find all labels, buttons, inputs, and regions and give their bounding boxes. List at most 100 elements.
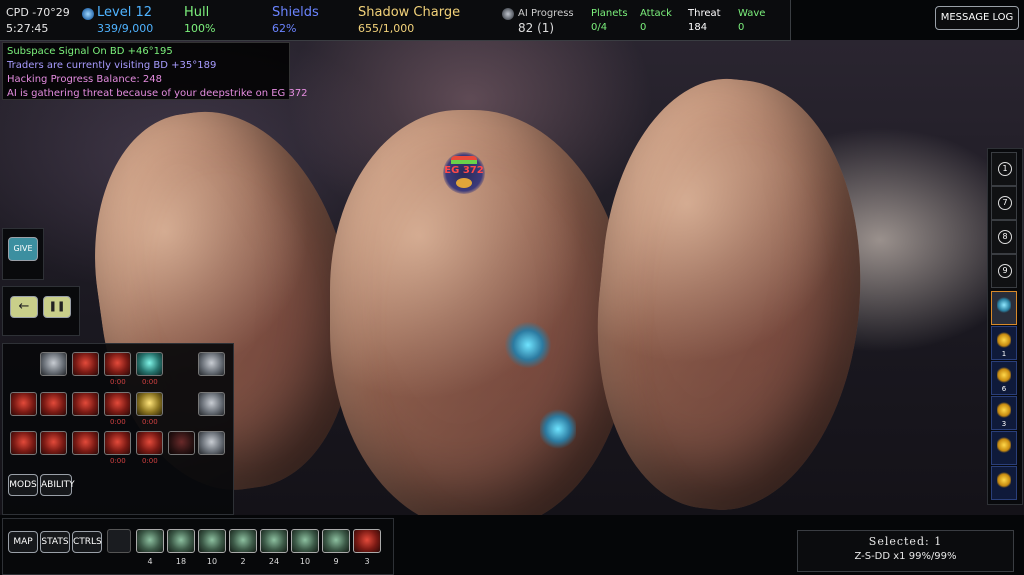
fleet-ship-button[interactable] — [322, 529, 350, 553]
selection-info-panel: Selected: 1 Z-S-DD x1 99%/99% — [797, 530, 1014, 572]
control-group-button[interactable]: 8 — [991, 220, 1017, 254]
build-timer: 0:00 — [110, 418, 126, 426]
build-tile[interactable] — [10, 431, 37, 455]
build-tile[interactable] — [72, 352, 99, 376]
ship-count: 1 — [1001, 350, 1007, 358]
fleet-ship-count: 2 — [240, 557, 246, 566]
build-tile[interactable] — [168, 431, 195, 455]
ship-type-button[interactable] — [991, 291, 1017, 325]
fleet-ship-count: 10 — [206, 557, 218, 566]
fleet-ship-count: 9 — [333, 557, 339, 566]
arrow-left-icon: ← — [18, 299, 30, 314]
ship-count: 6 — [1001, 385, 1007, 393]
fleet-ship-count: 10 — [299, 557, 311, 566]
fleet-ship-button[interactable] — [198, 529, 226, 553]
build-tile[interactable] — [40, 431, 67, 455]
hull-value: 100% — [184, 22, 216, 35]
ship-category-icon — [107, 529, 131, 553]
ship-icon — [997, 402, 1011, 418]
fleet-ship-count: 18 — [175, 557, 187, 566]
fleet-ship-button[interactable] — [291, 529, 319, 553]
control-group-button[interactable]: 1 — [991, 152, 1017, 186]
fleet-ship-count: 4 — [147, 557, 153, 566]
event-message: Hacking Progress Balance: 248 — [7, 74, 162, 85]
event-message: Subspace Signal On BD +46°195 — [7, 46, 173, 57]
build-tile[interactable] — [104, 431, 131, 455]
map-button[interactable]: MAP — [8, 531, 38, 553]
fleet-ship-button[interactable] — [353, 529, 381, 553]
build-tile[interactable] — [198, 392, 225, 416]
ship-type-button[interactable] — [991, 431, 1017, 465]
pause-icon: ❚❚ — [48, 301, 66, 312]
mods-button[interactable]: MODS — [8, 474, 38, 496]
message-log-button[interactable]: MESSAGE LOG — [935, 6, 1019, 30]
control-group-number: 9 — [998, 264, 1012, 278]
selected-count: Selected: 1 — [868, 535, 943, 548]
build-tile[interactable] — [136, 431, 163, 455]
event-notifications: Subspace Signal On BD +46°195 Traders ar… — [2, 42, 308, 100]
fleet-ship-count: 3 — [364, 557, 370, 566]
attack-label: Attack — [640, 8, 672, 19]
stats-button[interactable]: STATS — [40, 531, 70, 553]
build-tile[interactable] — [72, 431, 99, 455]
ship-type-button[interactable] — [991, 466, 1017, 500]
control-group-number: 1 — [998, 162, 1012, 176]
ship-icon — [997, 297, 1011, 313]
build-tile[interactable] — [72, 392, 99, 416]
ship-type-button[interactable]: 1 — [991, 326, 1017, 360]
fleet-ship-count: 24 — [268, 557, 280, 566]
build-tile[interactable] — [40, 392, 67, 416]
build-tile[interactable] — [10, 392, 37, 416]
level-value: 339/9,000 — [97, 22, 154, 35]
ship-type-button[interactable]: 6 — [991, 361, 1017, 395]
control-group-button[interactable]: 9 — [991, 254, 1017, 288]
build-tile[interactable] — [104, 352, 131, 376]
ai-progress-value: 82 (1) — [518, 21, 555, 35]
location-label: CPD -70°29 — [6, 6, 70, 19]
build-tile[interactable] — [198, 431, 225, 455]
event-message: Traders are currently visiting BD +35°18… — [7, 60, 217, 71]
build-timer: 0:00 — [142, 418, 158, 426]
threat-label: Threat — [688, 8, 721, 19]
build-timer: 0:00 — [142, 378, 158, 386]
game-clock: 5:27:45 — [6, 22, 49, 35]
controls-button[interactable]: CTRLS — [72, 531, 102, 553]
ai-skull-icon — [502, 8, 514, 20]
build-tile[interactable] — [136, 392, 163, 416]
planet-emblem-icon — [456, 178, 472, 188]
player-ship[interactable] — [540, 408, 576, 450]
level-label: Level 12 — [97, 5, 152, 20]
give-button[interactable]: GIVE — [8, 237, 38, 261]
asteroid-right — [578, 67, 882, 515]
build-tile[interactable] — [136, 352, 163, 376]
build-tile[interactable] — [104, 392, 131, 416]
ship-icon — [997, 332, 1011, 348]
fleet-ship-button[interactable] — [260, 529, 288, 553]
build-timer: 0:00 — [110, 457, 126, 465]
planets-value: 0/4 — [591, 22, 608, 33]
back-button[interactable]: ← — [10, 296, 38, 318]
ship-icon — [997, 472, 1011, 488]
build-tile[interactable] — [198, 352, 225, 376]
ship-count: 3 — [1001, 420, 1007, 428]
level-icon — [82, 8, 94, 20]
player-ship[interactable] — [505, 322, 551, 368]
build-timer: 0:00 — [110, 378, 126, 386]
shields-value: 62% — [272, 22, 297, 35]
selected-detail: Z-S-DD x1 99%/99% — [854, 551, 957, 562]
planet-name-label: EG 372 — [444, 165, 484, 176]
ability-button[interactable]: ABILITY — [40, 474, 75, 496]
ship-icon — [997, 367, 1011, 383]
ship-type-button[interactable]: 3 — [991, 396, 1017, 430]
shields-label: Shields — [272, 5, 319, 20]
fleet-ship-button[interactable] — [136, 529, 164, 553]
pause-button[interactable]: ❚❚ — [43, 296, 71, 318]
shadow-charge-label: Shadow Charge — [358, 5, 461, 20]
build-tile[interactable] — [40, 352, 67, 376]
control-group-button[interactable]: 7 — [991, 186, 1017, 220]
planet-marker[interactable]: EG 372 — [443, 152, 485, 194]
planets-label: Planets — [591, 8, 628, 19]
fleet-ship-button[interactable] — [167, 529, 195, 553]
fleet-ship-button[interactable] — [229, 529, 257, 553]
build-timer: 0:00 — [142, 457, 158, 465]
